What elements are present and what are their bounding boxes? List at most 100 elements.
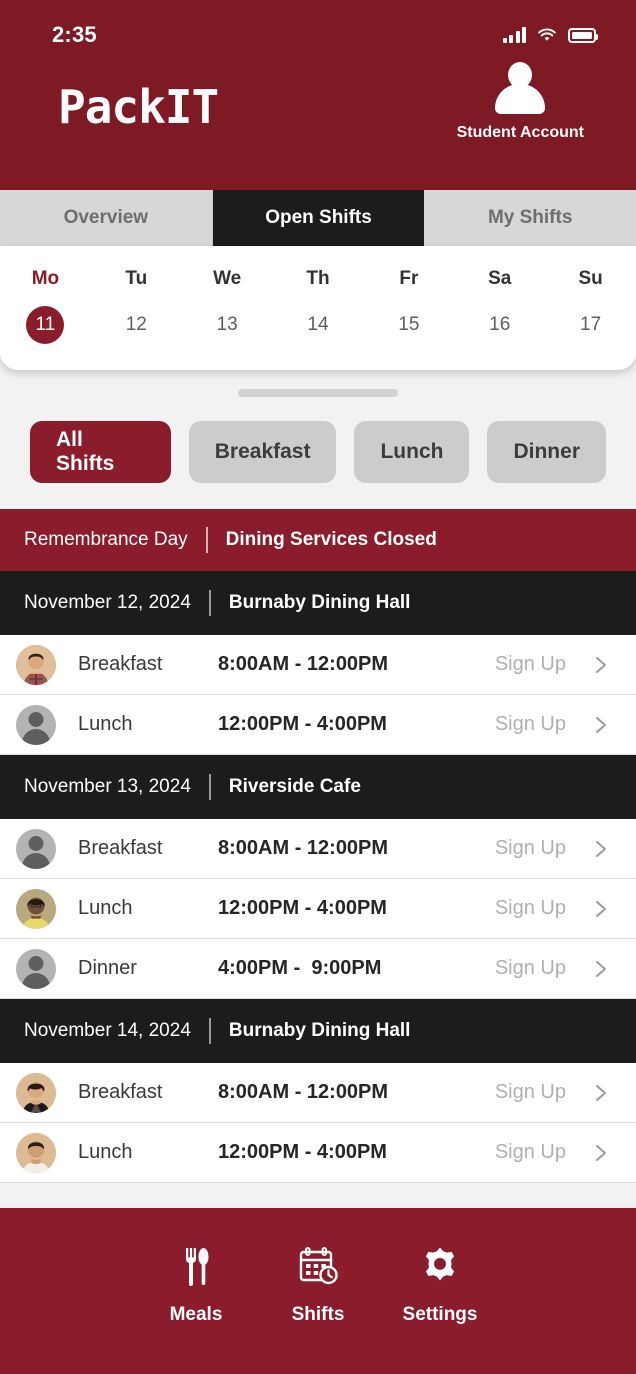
- filter-breakfast[interactable]: Breakfast: [188, 421, 337, 483]
- shift-time: 12:00PM - 4:00PM: [218, 897, 387, 919]
- shift-meal: Dinner: [78, 957, 137, 979]
- section-location: Riverside Cafe: [228, 776, 361, 797]
- signal-bars-icon: [502, 27, 526, 43]
- sign-up-label[interactable]: Sign Up: [495, 837, 566, 860]
- sign-up-label[interactable]: Sign Up: [495, 1081, 566, 1104]
- sign-up-label[interactable]: Sign Up: [495, 897, 566, 920]
- wifi-icon: [537, 27, 557, 43]
- calendar-day-su[interactable]: Su 17: [545, 268, 636, 344]
- status-bar-clock: 2:35: [52, 22, 97, 47]
- calendar-day-mo[interactable]: Mo 11: [0, 268, 91, 344]
- calendar-dow-label: We: [213, 268, 242, 289]
- avatar: [16, 828, 56, 869]
- sign-up-label[interactable]: Sign Up: [495, 957, 566, 980]
- nav-label: Shifts: [291, 1304, 345, 1325]
- calendar-dow-label: Su: [578, 268, 603, 289]
- calendar-clock-icon: [294, 1238, 342, 1294]
- calendar-dow-label: Mo: [31, 268, 60, 289]
- calendar-day-sa[interactable]: Sa 16: [454, 268, 545, 344]
- sign-up-label[interactable]: Sign Up: [495, 653, 566, 676]
- nav-item-shifts[interactable]: Shifts: [257, 1238, 379, 1326]
- shift-time: 8:00AM - 12:00PM: [218, 837, 389, 859]
- calendar-dow-label: Th: [306, 268, 330, 289]
- calendar-dow-label: Sa: [488, 268, 512, 289]
- meal-filter-bar: All Shifts Breakfast Lunch Dinner: [0, 397, 636, 483]
- tab-open-shifts[interactable]: Open Shifts: [212, 190, 425, 246]
- app-header: 2:35 PackIT Student Account: [0, 0, 636, 190]
- nav-label: Meals: [169, 1304, 223, 1325]
- shift-time: 12:00PM - 4:00PM: [218, 1141, 387, 1163]
- section-date: November 13, 2024: [24, 776, 191, 797]
- calendar-day-number: 14: [307, 314, 329, 335]
- status-bar-icons: [502, 27, 598, 43]
- divider: [208, 774, 211, 800]
- filter-all-shifts[interactable]: All Shifts: [30, 421, 171, 483]
- shift-time: 8:00AM - 12:00PM: [218, 653, 389, 675]
- calendar-day-number: 12: [125, 314, 147, 335]
- section-date: November 12, 2024: [24, 592, 191, 613]
- week-calendar: Mo 11 Tu 12 We 13 Th 14 Fr 15 Sa 16 Su 1…: [0, 246, 636, 370]
- sheet-drag-handle[interactable]: [238, 389, 398, 397]
- divider: [208, 590, 211, 616]
- filter-lunch[interactable]: Lunch: [354, 421, 470, 483]
- divider: [205, 527, 208, 553]
- calendar-day-number: 11: [26, 306, 65, 344]
- chevron-right-icon[interactable]: [588, 1081, 612, 1105]
- shift-row[interactable]: Lunch 12:00PM - 4:00PM Sign Up: [0, 695, 636, 755]
- chevron-right-icon[interactable]: [588, 653, 612, 677]
- tab-my-shifts[interactable]: My Shifts: [424, 190, 636, 246]
- divider: [208, 1018, 211, 1044]
- chevron-right-icon[interactable]: [588, 837, 612, 861]
- sign-up-label[interactable]: Sign Up: [495, 1141, 566, 1164]
- shift-meal: Lunch: [78, 897, 133, 919]
- calendar-day-tu[interactable]: Tu 12: [91, 268, 182, 344]
- student-account-button[interactable]: Student Account: [457, 62, 584, 142]
- sign-up-label[interactable]: Sign Up: [495, 713, 566, 736]
- chevron-right-icon[interactable]: [588, 1141, 612, 1165]
- holiday-status: Dining Services Closed: [225, 529, 437, 550]
- section-location: Burnaby Dining Hall: [228, 1020, 411, 1041]
- shift-row[interactable]: Lunch 12:00PM - 4:00PM Sign Up: [0, 1123, 636, 1183]
- shift-meal: Lunch: [78, 1141, 133, 1163]
- calendar-dow-label: Fr: [399, 268, 419, 289]
- calendar-day-number: 15: [398, 314, 420, 335]
- avatar: [16, 1132, 56, 1173]
- nav-item-meals[interactable]: Meals: [135, 1238, 257, 1326]
- nav-item-settings[interactable]: Settings: [379, 1238, 501, 1326]
- calendar-day-th[interactable]: Th 14: [273, 268, 364, 344]
- shift-meal: Lunch: [78, 713, 133, 735]
- filter-dinner[interactable]: Dinner: [487, 421, 606, 483]
- calendar-dow-label: Tu: [125, 268, 148, 289]
- app-logo: PackIT: [58, 80, 219, 134]
- shift-row[interactable]: Breakfast 8:00AM - 12:00PM Sign Up: [0, 635, 636, 695]
- calendar-day-we[interactable]: We 13: [182, 268, 273, 344]
- section-header: November 12, 2024 Burnaby Dining Hall: [0, 571, 636, 635]
- holiday-banner: Remembrance Day Dining Services Closed: [0, 509, 636, 571]
- shift-row[interactable]: Breakfast 8:00AM - 12:00PM Sign Up: [0, 1063, 636, 1123]
- shift-row[interactable]: Lunch 12:00PM - 4:00PM Sign Up: [0, 879, 636, 939]
- chevron-right-icon[interactable]: [588, 957, 612, 981]
- bottom-navigation: Meals Shifts Settings: [0, 1208, 636, 1374]
- section-date: November 14, 2024: [24, 1020, 191, 1041]
- shift-meal: Breakfast: [78, 1081, 163, 1103]
- avatar: [16, 948, 56, 989]
- app-screen: 2:35 PackIT Student Account Overview Ope…: [0, 0, 636, 1374]
- avatar: [16, 1072, 56, 1113]
- chevron-right-icon[interactable]: [588, 897, 612, 921]
- section-location: Burnaby Dining Hall: [228, 592, 411, 613]
- tab-bar: Overview Open Shifts My Shifts: [0, 190, 636, 246]
- tab-overview[interactable]: Overview: [0, 190, 213, 246]
- shift-meal: Breakfast: [78, 837, 163, 859]
- shift-time: 8:00AM - 12:00PM: [218, 1081, 389, 1103]
- section-header: November 14, 2024 Burnaby Dining Hall: [0, 999, 636, 1063]
- calendar-day-number: 16: [489, 314, 511, 335]
- shift-row[interactable]: Dinner 4:00PM - 9:00PM Sign Up: [0, 939, 636, 999]
- account-avatar-icon: [492, 62, 548, 118]
- calendar-day-fr[interactable]: Fr 15: [363, 268, 454, 344]
- avatar: [16, 704, 56, 745]
- battery-full-icon: [568, 27, 598, 43]
- brand-row: PackIT Student Account: [0, 46, 636, 142]
- gear-icon: [417, 1238, 463, 1294]
- chevron-right-icon[interactable]: [588, 713, 612, 737]
- shift-row[interactable]: Breakfast 8:00AM - 12:00PM Sign Up: [0, 819, 636, 879]
